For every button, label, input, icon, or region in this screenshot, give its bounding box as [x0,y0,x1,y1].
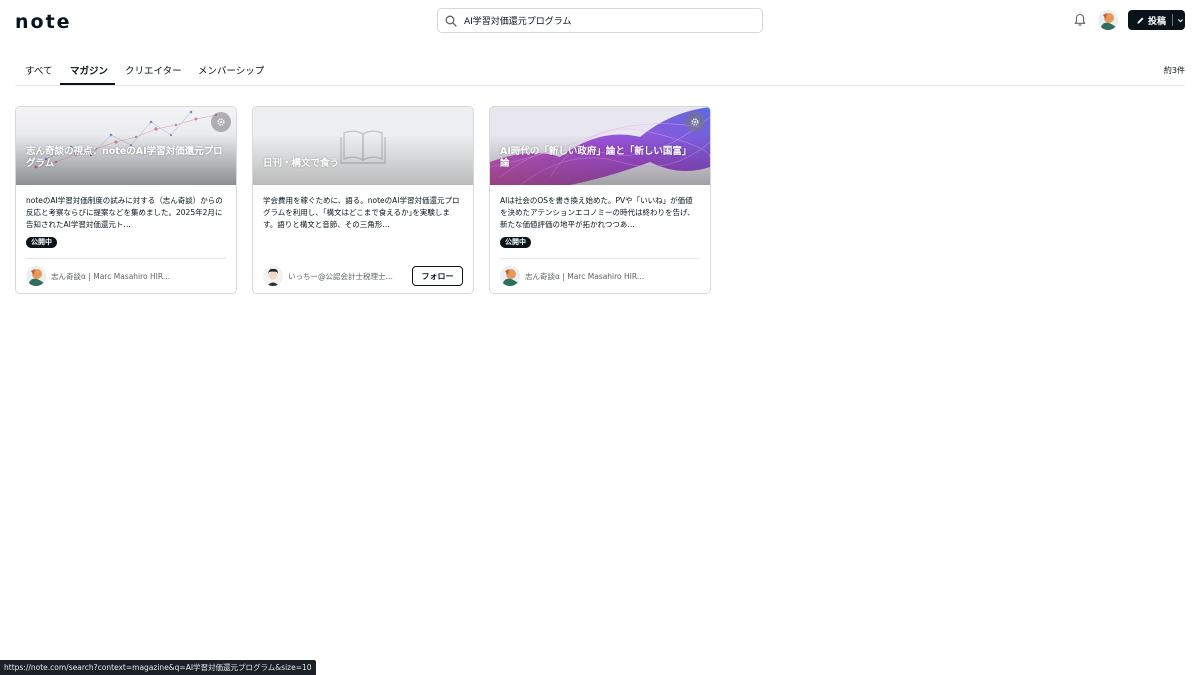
cover-image-placeholder [253,107,473,185]
search-tabs: すべて マガジン クリエイター メンバーシップ 約3件 [15,55,1185,86]
magazine-card[interactable]: 志ん奇談の視点：noteのAI学習対価還元プログラム noteのAI学習対価制度… [15,106,237,294]
author-name[interactable]: 志ん奇談α | Marc Masahiro HIRA… [51,271,171,282]
settings-button[interactable] [685,112,705,132]
search-input[interactable] [464,15,754,26]
magazine-title: AI時代の「新しい政府」論と「新しい国富」論 [500,146,692,169]
tab-membership[interactable]: メンバーシップ [198,63,264,77]
gear-icon [217,118,225,126]
status-badge: 公開中 [500,237,531,248]
magazine-card[interactable]: AI時代の「新しい政府」論と「新しい国富」論 AIは社会のOSを書き換え始めた。… [489,106,711,294]
card-divider [26,258,226,259]
magazine-author[interactable]: 志ん奇談α | Marc Masahiro HIRA… [26,266,226,286]
result-count: 約3件 [1163,66,1185,75]
post-button[interactable]: 投稿 [1128,10,1185,30]
magazine-title: 日刊・構文で食う [263,158,340,169]
link-status-bar: https://note.com/search?context=magazine… [0,660,316,675]
card-divider [500,258,700,259]
author-name[interactable]: いっちー@公認会計士税理士・… [288,271,400,282]
author-avatar[interactable] [263,266,283,286]
author-avatar[interactable] [500,266,520,286]
search-box[interactable] [437,8,763,33]
post-button-separator [1172,14,1174,26]
pencil-icon [1137,17,1144,24]
magazine-cover[interactable]: AI時代の「新しい政府」論と「新しい国富」論 [490,107,710,185]
gear-icon [691,118,699,126]
author-name[interactable]: 志ん奇談α | Marc Masahiro HIRA… [525,271,645,282]
tab-magazine[interactable]: マガジン [70,63,108,77]
magazine-author[interactable]: 志ん奇談α | Marc Masahiro HIRA… [500,266,700,286]
magazine-title: 志ん奇談の視点：noteのAI学習対価還元プログラム [26,146,223,169]
magazine-cover[interactable]: 日刊・構文で食う [253,107,473,185]
post-button-label: 投稿 [1148,16,1167,27]
magazine-description: 学会費用を稼ぐために、語る。noteのAI学習対価還元プログラムを利用し、｢構文… [263,196,460,229]
chevron-down-icon[interactable] [1177,17,1184,24]
magazine-author[interactable]: いっちー@公認会計士税理士・… フォロー [263,266,463,286]
header: note 投稿 [0,0,1200,40]
active-tab-indicator [60,83,115,85]
status-badge: 公開中 [26,237,57,248]
tab-creator[interactable]: クリエイター [125,63,182,77]
magazine-cover[interactable]: 志ん奇談の視点：noteのAI学習対価還元プログラム [16,107,236,185]
note-logo[interactable]: note [15,11,72,33]
user-avatar[interactable] [1098,10,1118,30]
bell-icon[interactable] [1073,13,1087,27]
follow-button[interactable]: フォロー [412,266,463,286]
magazine-description: AIは社会のOSを書き換え始めた。PVや「いいね」が価値を決めたアテンションエコ… [500,196,695,229]
search-icon [445,15,457,27]
magazine-card[interactable]: 日刊・構文で食う 学会費用を稼ぐために、語る。noteのAI学習対価還元プログラ… [252,106,474,294]
magazine-description: noteのAI学習対価制度の試みに対する（志ん奇談）からの反応と考察ならびに提案… [26,196,223,229]
tab-all[interactable]: すべて [25,63,52,77]
author-avatar[interactable] [26,266,46,286]
settings-button[interactable] [211,112,231,132]
